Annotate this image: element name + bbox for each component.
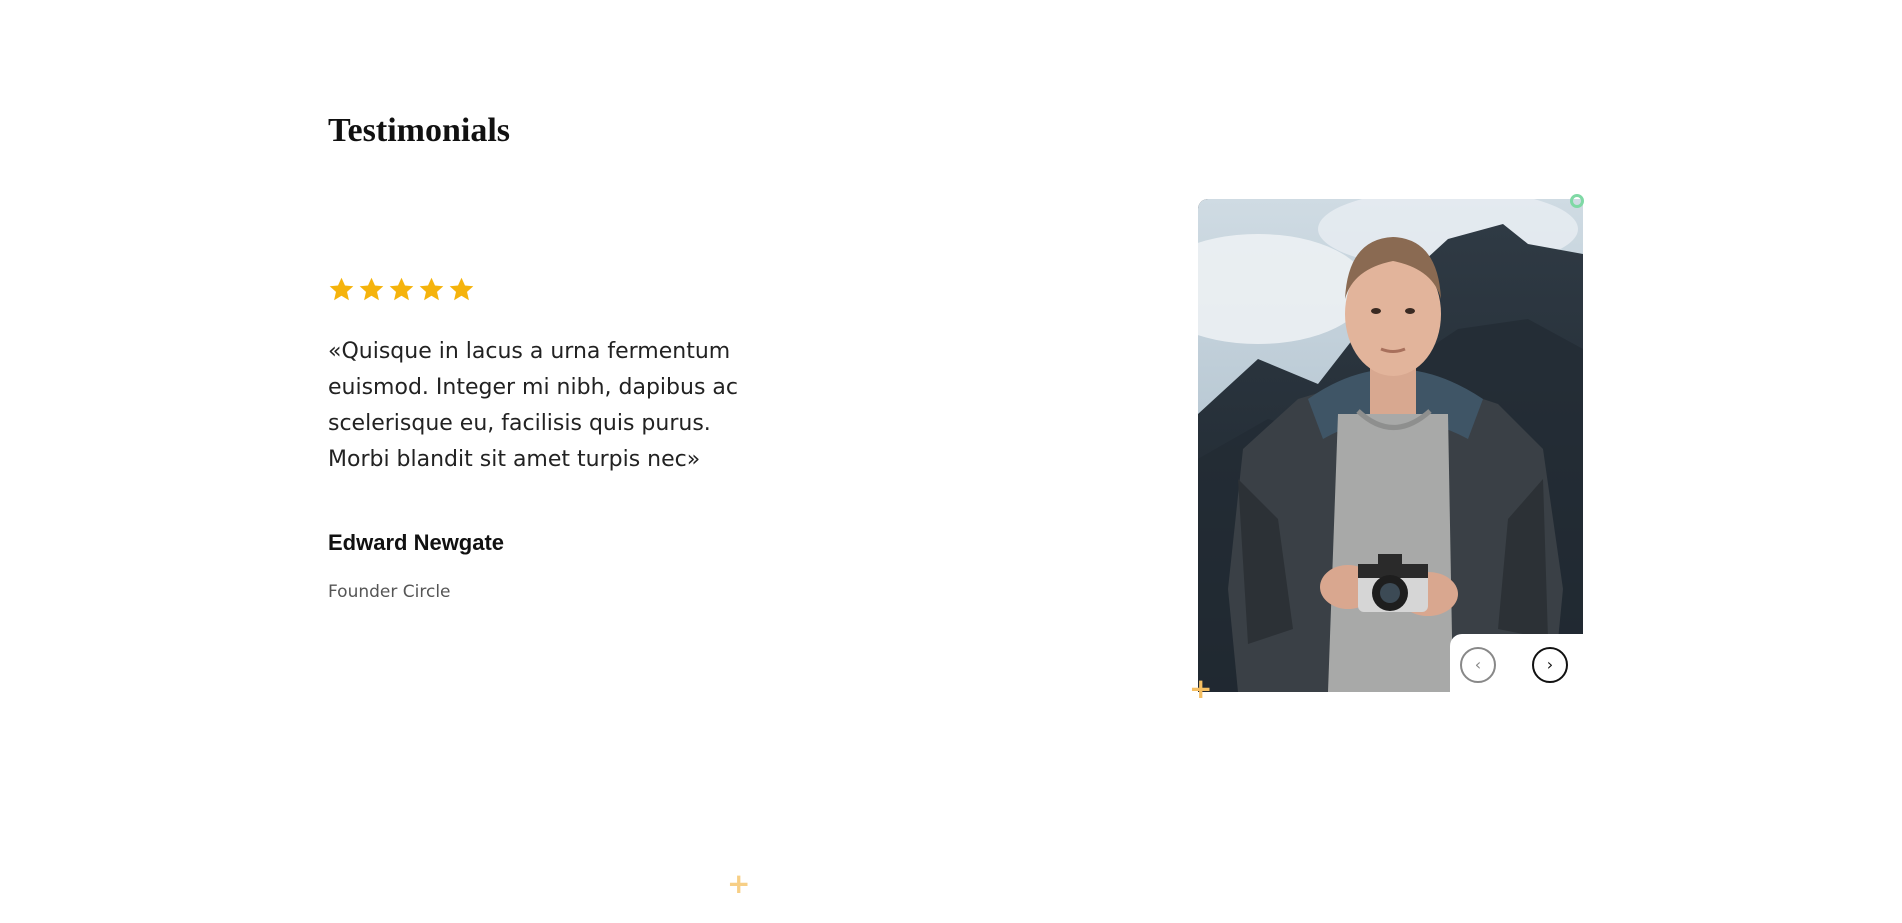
next-button[interactable]: › [1532,647,1568,683]
star-icon [359,277,384,301]
testimonial-quote: «Quisque in lacus a urna fermentum euism… [328,339,738,472]
star-icon [419,277,444,301]
author-role: Founder Circle [328,582,451,602]
star-icon [329,277,354,301]
chevron-left-icon: ‹ [1474,655,1482,674]
slider-navigation: ‹ › [1450,634,1583,692]
star-icon [389,277,414,301]
star-icon [449,277,474,301]
decorative-plus-icon: + [1189,672,1213,705]
section-title: Testimonials [328,112,511,149]
decorative-circle [1570,194,1584,208]
star-rating [328,276,475,303]
portrait-photo [1198,199,1583,692]
chevron-right-icon: › [1546,655,1554,674]
author-name: Edward Newgate [328,530,505,555]
decorative-plus-icon: + [727,867,751,900]
prev-button[interactable]: ‹ [1460,647,1496,683]
testimonial-photo [1198,199,1583,692]
